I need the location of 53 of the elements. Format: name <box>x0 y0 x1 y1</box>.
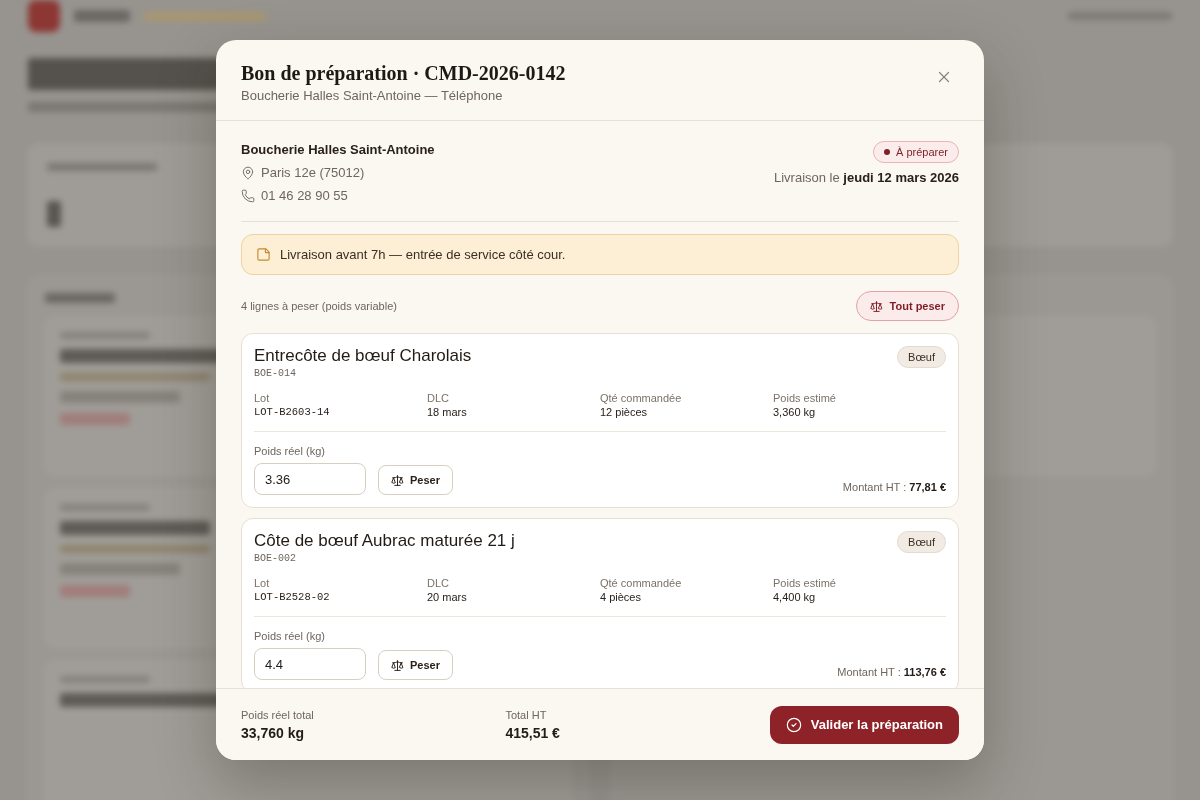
customer-location: Paris 12e (75012) <box>261 164 365 182</box>
weight-label: Poids réel (kg) <box>254 444 326 458</box>
dialog-subtitle: Boucherie Halles Saint-Antoine — Téléphone <box>241 88 504 104</box>
field-label: DLC <box>427 391 450 405</box>
weigh-button[interactable]: Peser <box>378 650 453 680</box>
note-text: Livraison avant 7h — entrée de service côté cour. <box>280 247 566 262</box>
weigh-button[interactable]: Peser <box>378 465 453 495</box>
weight-input[interactable]: 4.4 <box>254 648 366 680</box>
total-value: 415,51 € <box>505 723 561 742</box>
status-dot-icon <box>884 149 890 155</box>
field-value: 3,360 kg <box>773 405 817 420</box>
category-tag: Bœuf <box>897 531 946 553</box>
field-value: 12 pièces <box>600 405 649 420</box>
item-name: Côte de bœuf Aubrac maturée 21 j <box>254 530 515 552</box>
phone-icon <box>241 189 255 203</box>
field-label: Lot <box>254 391 271 405</box>
status-badge: À préparer <box>873 141 959 163</box>
item-sku: BOE-014 <box>254 367 297 381</box>
field-value: 4 pièces <box>600 590 642 605</box>
validate-button[interactable]: Valider la préparation <box>769 705 959 744</box>
field-label: Qté commandée <box>600 576 683 590</box>
scale-icon <box>869 299 883 313</box>
field-value: 20 mars <box>427 590 468 605</box>
lot-code: LOT-B2528-02 <box>254 590 331 605</box>
category-tag: Bœuf <box>897 346 946 368</box>
map-pin-icon <box>241 166 255 180</box>
note-icon <box>256 247 271 262</box>
total-label: Poids réel total <box>241 707 315 722</box>
weight-label: Poids réel (kg) <box>254 629 326 643</box>
amount-text: Montant HT : 113,76 € <box>837 665 946 680</box>
customer-phone: 01 46 28 90 55 <box>261 187 348 205</box>
field-value: 18 mars <box>427 405 468 420</box>
weigh-all-button[interactable]: Tout peser <box>855 291 959 321</box>
item-name: Entrecôte de bœuf Charolais <box>254 345 472 367</box>
field-label: Poids estimé <box>773 576 837 590</box>
delivery-date: Livraison le jeudi 12 mars 2026 <box>774 169 959 187</box>
weight-input[interactable]: 3.36 <box>254 463 366 495</box>
dialog-title: Bon de préparation · CMD-2026-0142 <box>241 61 567 86</box>
customer-name: Boucherie Halles Saint-Antoine <box>241 141 435 159</box>
lot-code: LOT-B2603-14 <box>254 405 331 420</box>
field-label: Qté commandée <box>600 391 683 405</box>
scale-icon <box>391 658 404 672</box>
lines-summary: 4 lignes à peser (poids variable) <box>241 300 397 312</box>
total-value: 33,760 kg <box>241 723 306 742</box>
field-label: DLC <box>427 576 450 590</box>
field-value: 4,400 kg <box>773 590 817 605</box>
item-sku: BOE-002 <box>254 552 297 566</box>
check-circle-icon <box>785 716 802 733</box>
total-label: Total HT <box>505 707 548 722</box>
amount-text: Montant HT : 77,81 € <box>842 480 946 495</box>
scale-icon <box>391 473 404 487</box>
field-label: Lot <box>254 576 271 590</box>
field-label: Poids estimé <box>773 391 837 405</box>
